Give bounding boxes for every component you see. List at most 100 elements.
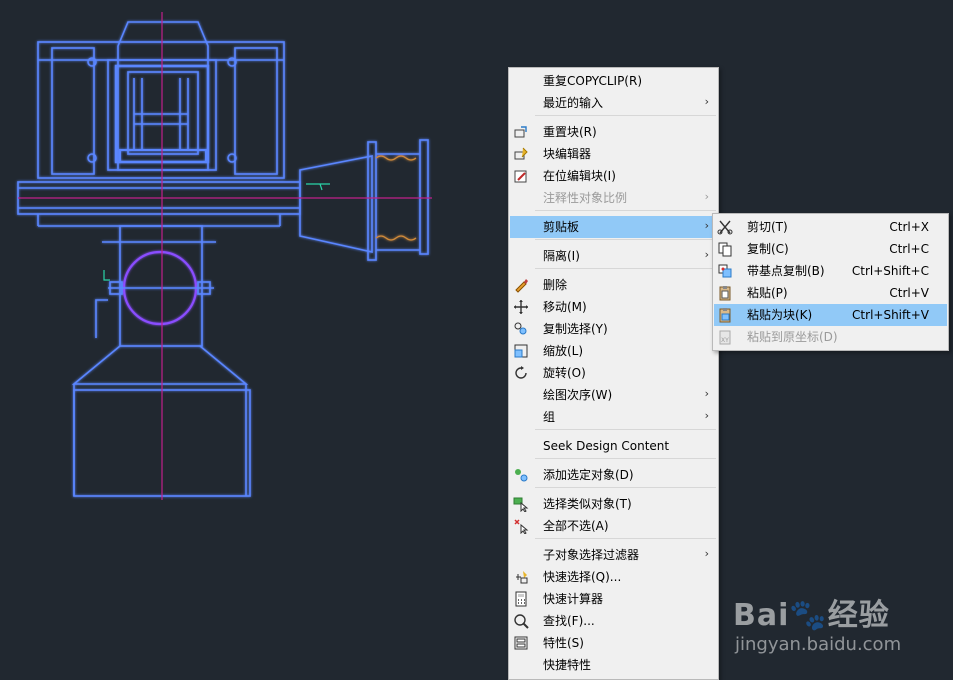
menu-item-label: 旋转(O) bbox=[543, 366, 586, 380]
context-menu-item-14[interactable]: 绘图次序(W) › bbox=[510, 384, 717, 406]
context-menu-item-8[interactable]: 隔离(I) › bbox=[510, 245, 717, 267]
find-icon bbox=[513, 613, 529, 629]
submenu-arrow-icon: › bbox=[704, 547, 709, 560]
menu-item-label: 隔离(I) bbox=[543, 249, 580, 263]
watermark-logo: Bai🐾经验 bbox=[733, 598, 890, 633]
clipboard-submenu: 剪切(T) Ctrl+X 复制(C) Ctrl+C 带基点复制(B) Ctrl+Shift… bbox=[712, 213, 949, 351]
clipboard-menu-item-3[interactable]: 带基点复制(B) Ctrl+Shift+C bbox=[714, 260, 947, 282]
context-menu-item-18[interactable]: 选择类似对象(T) bbox=[510, 493, 717, 515]
context-menu-item-7[interactable]: 剪贴板 › bbox=[510, 216, 717, 238]
context-menu-item-9[interactable]: 删除 bbox=[510, 274, 717, 296]
paste-as-block-icon bbox=[717, 307, 733, 323]
context-menu-item-15[interactable]: 组 › bbox=[510, 406, 717, 428]
menu-item-shortcut: Ctrl+V bbox=[889, 286, 929, 300]
menu-item-label: 块编辑器 bbox=[543, 147, 592, 161]
menu-item-shortcut: Ctrl+Shift+V bbox=[852, 308, 929, 322]
context-menu: 重复COPYCLIP(R) 最近的输入 › 重置块(R) 块编辑器在位编辑块(I) 注释性… bbox=[508, 67, 719, 680]
context-menu-item-12[interactable]: 缩放(L) bbox=[510, 340, 717, 362]
context-menu-item-23[interactable]: 查找(F)... bbox=[510, 610, 717, 632]
context-menu-item-20[interactable]: 子对象选择过滤器 › bbox=[510, 544, 717, 566]
submenu-arrow-icon: › bbox=[704, 190, 709, 203]
menu-item-shortcut: Ctrl+X bbox=[889, 220, 929, 234]
menu-item-label: 重复COPYCLIP(R) bbox=[543, 74, 643, 88]
submenu-arrow-icon: › bbox=[704, 219, 709, 232]
menu-separator bbox=[535, 429, 716, 430]
calculator-icon bbox=[513, 591, 529, 607]
context-menu-item-22[interactable]: 快速计算器 bbox=[510, 588, 717, 610]
submenu-arrow-icon: › bbox=[704, 248, 709, 261]
context-menu-item-3[interactable]: 重置块(R) bbox=[510, 121, 717, 143]
clipboard-menu-item-4[interactable]: 粘贴(P) Ctrl+V bbox=[714, 282, 947, 304]
menu-item-label: 快速计算器 bbox=[543, 592, 604, 606]
context-menu-item-2[interactable]: 最近的输入 › bbox=[510, 92, 717, 114]
quick-select-icon bbox=[513, 569, 529, 585]
menu-item-label: 添加选定对象(D) bbox=[543, 468, 634, 482]
menu-item-label: 全部不选(A) bbox=[543, 519, 609, 533]
menu-item-label: 最近的输入 bbox=[543, 96, 604, 110]
menu-item-label: 在位编辑块(I) bbox=[543, 169, 616, 183]
menu-item-label: 复制选择(Y) bbox=[543, 322, 608, 336]
menu-item-label: 缩放(L) bbox=[543, 344, 584, 358]
menu-item-label: 粘贴(P) bbox=[747, 286, 788, 300]
menu-item-label: 粘贴为块(K) bbox=[747, 308, 813, 322]
block-editor-icon bbox=[513, 146, 529, 162]
menu-item-label: 剪切(T) bbox=[747, 220, 788, 234]
rotate-icon bbox=[513, 365, 529, 381]
svg-text:XY: XY bbox=[721, 337, 729, 344]
context-menu-item-16[interactable]: Seek Design Content bbox=[510, 435, 717, 457]
centerlines bbox=[18, 12, 432, 500]
context-menu-item-5[interactable]: 在位编辑块(I) bbox=[510, 165, 717, 187]
context-menu-item-19[interactable]: 全部不选(A) bbox=[510, 515, 717, 537]
menu-item-label: 子对象选择过滤器 bbox=[543, 548, 640, 562]
context-menu-item-1[interactable]: 重复COPYCLIP(R) bbox=[510, 70, 717, 92]
menu-item-label: 注释性对象比例 bbox=[543, 191, 628, 205]
menu-separator bbox=[535, 210, 716, 211]
menu-item-label: 带基点复制(B) bbox=[747, 264, 825, 278]
menu-item-label: 选择类似对象(T) bbox=[543, 497, 632, 511]
copy-icon bbox=[717, 241, 733, 257]
clipboard-menu-item-5[interactable]: 粘贴为块(K) Ctrl+Shift+V bbox=[714, 304, 947, 326]
clipboard-menu-item-1[interactable]: 剪切(T) Ctrl+X bbox=[714, 216, 947, 238]
context-menu-item-4[interactable]: 块编辑器 bbox=[510, 143, 717, 165]
menu-separator bbox=[535, 268, 716, 269]
clipboard-menu-item-2[interactable]: 复制(C) Ctrl+C bbox=[714, 238, 947, 260]
reset-block-icon bbox=[513, 124, 529, 140]
menu-item-label: 组 bbox=[543, 410, 556, 424]
baidu-jingyan-watermark: Bai🐾经验 jingyan.baidu.com bbox=[733, 590, 943, 660]
watermark-url: jingyan.baidu.com bbox=[735, 634, 902, 655]
copy-selection-icon bbox=[513, 321, 529, 337]
context-menu-item-17[interactable]: 添加选定对象(D) bbox=[510, 464, 717, 486]
menu-separator bbox=[535, 538, 716, 539]
menu-separator bbox=[535, 239, 716, 240]
paste-icon bbox=[717, 285, 733, 301]
submenu-arrow-icon: › bbox=[704, 387, 709, 400]
erase-icon bbox=[513, 277, 529, 293]
context-menu-item-10[interactable]: 移动(M) bbox=[510, 296, 717, 318]
context-menu-item-25[interactable]: 快捷特性 bbox=[510, 654, 717, 676]
submenu-arrow-icon: › bbox=[704, 95, 709, 108]
context-menu-item-24[interactable]: 特性(S) bbox=[510, 632, 717, 654]
copy-base-point-icon bbox=[717, 263, 733, 279]
menu-item-label: 快捷特性 bbox=[543, 658, 592, 672]
menu-separator bbox=[535, 487, 716, 488]
context-menu-item-13[interactable]: 旋转(O) bbox=[510, 362, 717, 384]
context-menu-item-6: 注释性对象比例 › bbox=[510, 187, 717, 209]
submenu-arrow-icon: › bbox=[704, 409, 709, 422]
add-selected-icon bbox=[513, 467, 529, 483]
context-menu-item-11[interactable]: 复制选择(Y) bbox=[510, 318, 717, 340]
context-menu-item-21[interactable]: 快速选择(Q)... bbox=[510, 566, 717, 588]
deselect-all-icon bbox=[513, 518, 529, 535]
menu-item-label: 删除 bbox=[543, 278, 568, 292]
menu-item-label: 移动(M) bbox=[543, 300, 587, 314]
menu-item-label: Seek Design Content bbox=[543, 439, 670, 453]
menu-item-label: 特性(S) bbox=[543, 636, 584, 650]
menu-item-shortcut: Ctrl+Shift+C bbox=[851, 264, 929, 278]
menu-item-shortcut: Ctrl+C bbox=[889, 242, 929, 256]
edit-in-place-icon bbox=[513, 168, 529, 184]
select-similar-icon bbox=[513, 496, 529, 513]
menu-separator bbox=[535, 458, 716, 459]
menu-separator bbox=[535, 115, 716, 116]
clipboard-menu-item-6: XY 粘贴到原坐标(D) bbox=[714, 326, 947, 348]
menu-item-label: 快速选择(Q)... bbox=[543, 570, 622, 584]
menu-item-label: 剪贴板 bbox=[543, 220, 580, 234]
